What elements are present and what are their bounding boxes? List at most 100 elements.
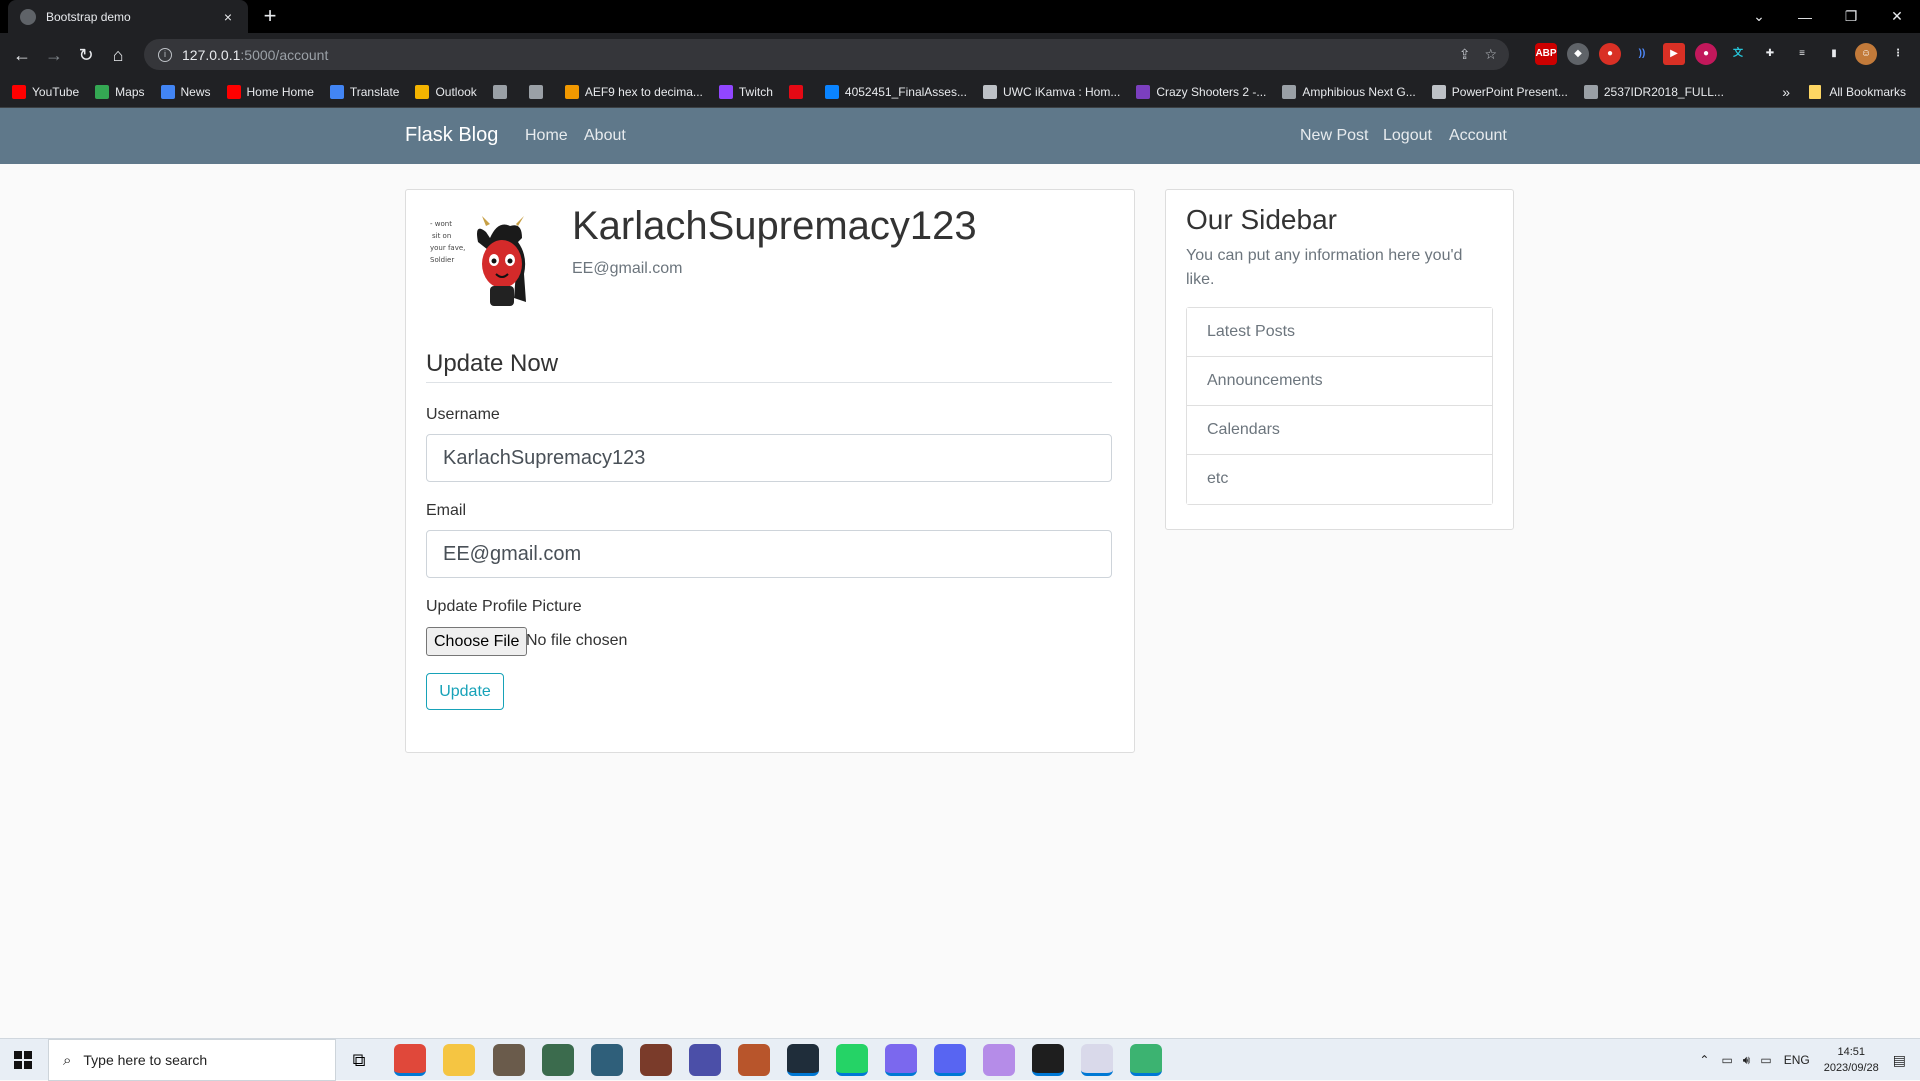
- game-app-icon[interactable]: [640, 1044, 672, 1076]
- all-bookmarks-button[interactable]: All Bookmarks: [1809, 76, 1906, 108]
- notifications-icon[interactable]: ▤: [1893, 1052, 1906, 1069]
- sidebar-item-announcements[interactable]: Announcements: [1187, 357, 1492, 406]
- minimize-icon[interactable]: —: [1782, 0, 1828, 33]
- sidebar-item-etc[interactable]: etc: [1187, 455, 1492, 504]
- paint-app-icon[interactable]: [1081, 1044, 1113, 1076]
- game-app-icon[interactable]: [542, 1044, 574, 1076]
- email-input[interactable]: EE@gmail.com: [426, 530, 1112, 578]
- volume-icon[interactable]: 🔊︎: [1743, 1053, 1751, 1068]
- vpn-app-icon[interactable]: [885, 1044, 917, 1076]
- terminal-app-icon[interactable]: [787, 1044, 819, 1076]
- reload-icon[interactable]: ↻: [72, 41, 100, 69]
- media-control-icon[interactable]: ≡: [1791, 43, 1813, 65]
- bookmark-item[interactable]: Home Home: [226, 84, 314, 99]
- address-bar[interactable]: i 127.0.0.1 :5000/account ⇪ ☆: [144, 39, 1509, 70]
- game-app-icon[interactable]: [689, 1044, 721, 1076]
- nav-link-account[interactable]: Account: [1449, 127, 1507, 145]
- bookmark-item[interactable]: UWC iKamva : Hom...: [982, 84, 1120, 99]
- choose-file-button[interactable]: Choose File: [426, 627, 528, 656]
- adblock-extension-icon[interactable]: ABP: [1535, 43, 1557, 65]
- window-close-icon[interactable]: ✕: [1874, 0, 1920, 33]
- site-info-icon[interactable]: i: [158, 47, 172, 62]
- avatar-pupil: [507, 258, 513, 264]
- tab-close-icon[interactable]: ×: [220, 9, 236, 25]
- sidebar-item-calendars[interactable]: Calendars: [1187, 406, 1492, 455]
- bookmark-item[interactable]: Crazy Shooters 2 -...: [1136, 84, 1266, 99]
- extension-video-icon[interactable]: ▶: [1663, 43, 1685, 65]
- extension-wave-icon[interactable]: )): [1631, 43, 1653, 65]
- bookmark-item[interactable]: Outlook: [415, 84, 477, 99]
- globe-icon: [528, 84, 543, 99]
- windows-start-icon[interactable]: [0, 1039, 46, 1081]
- network-icon[interactable]: ▭: [1721, 1053, 1732, 1067]
- r-icon: [564, 84, 579, 99]
- share-icon[interactable]: ⇪: [1459, 46, 1471, 63]
- extensions-puzzle-icon[interactable]: ✚: [1759, 43, 1781, 65]
- task-view-icon[interactable]: ⧉: [343, 1044, 375, 1076]
- nav-link-new-post[interactable]: New Post: [1300, 127, 1368, 145]
- bookmark-item[interactable]: 4052451_FinalAsses...: [824, 84, 967, 99]
- bookmark-label: Maps: [115, 84, 145, 99]
- username-input[interactable]: KarlachSupremacy123: [426, 434, 1112, 482]
- update-button[interactable]: Update: [426, 673, 504, 710]
- game-app-icon[interactable]: [738, 1044, 770, 1076]
- atom-app-icon[interactable]: [1130, 1044, 1162, 1076]
- game-controller-icon[interactable]: [983, 1044, 1015, 1076]
- taskbar-clock[interactable]: 14:51 2023/09/28: [1824, 1044, 1879, 1076]
- profile-email: EE@gmail.com: [572, 260, 683, 277]
- display-icon[interactable]: ▭: [1760, 1053, 1771, 1067]
- bookmark-item[interactable]: Translate: [329, 84, 400, 99]
- extension-translate-icon[interactable]: 文: [1727, 43, 1749, 65]
- language-indicator[interactable]: ENG: [1784, 1053, 1810, 1067]
- nav-link-logout[interactable]: Logout: [1383, 127, 1432, 145]
- side-panel-icon[interactable]: ▮: [1823, 43, 1845, 65]
- profile-username: KarlachSupremacy123: [572, 204, 977, 248]
- globe-icon: [20, 8, 36, 25]
- command-prompt-icon[interactable]: [1032, 1044, 1064, 1076]
- bookmark-item[interactable]: 2537IDR2018_FULL...: [1583, 84, 1724, 99]
- bookmark-item[interactable]: AEF9 hex to decima...: [564, 84, 703, 99]
- username-label: Username: [426, 406, 500, 423]
- bookmark-label: PowerPoint Present...: [1451, 84, 1568, 99]
- forward-icon[interactable]: →: [40, 41, 68, 69]
- whatsapp-icon[interactable]: [836, 1044, 868, 1076]
- bookmark-item[interactable]: Maps: [95, 84, 145, 99]
- back-icon[interactable]: ←: [8, 41, 36, 69]
- browser-tab-active[interactable]: Bootstrap demo ×: [8, 0, 248, 33]
- tab-search-icon[interactable]: ⌄: [1736, 0, 1782, 33]
- bookmark-item[interactable]: [788, 84, 809, 99]
- bookmark-item[interactable]: PowerPoint Present...: [1431, 84, 1568, 99]
- bookmark-item[interactable]: Amphibious Next G...: [1282, 84, 1416, 99]
- sidebar-item-latest-posts[interactable]: Latest Posts: [1187, 308, 1492, 357]
- sidebar-list: Latest Posts Announcements Calendars etc: [1186, 307, 1493, 505]
- new-tab-button[interactable]: +: [258, 4, 282, 28]
- bookmark-label: Translate: [349, 84, 400, 99]
- news-icon: [160, 84, 175, 99]
- extension-red-icon[interactable]: ●: [1599, 43, 1621, 65]
- bookmark-item[interactable]: [528, 84, 549, 99]
- bookmark-label: News: [180, 84, 211, 99]
- profile-avatar-icon[interactable]: ☺: [1855, 43, 1877, 65]
- discord-icon[interactable]: [934, 1044, 966, 1076]
- bookmark-item[interactable]: Twitch: [718, 84, 773, 99]
- game-app-icon[interactable]: [493, 1044, 525, 1076]
- bookmark-item[interactable]: YouTube: [12, 84, 79, 99]
- tray-chevron-icon[interactable]: ⌃: [1699, 1053, 1709, 1067]
- url-host: 127.0.0.1: [182, 46, 241, 63]
- extension-icon[interactable]: ◆: [1567, 43, 1589, 65]
- nav-link-about[interactable]: About: [584, 127, 626, 145]
- bookmark-item[interactable]: News: [160, 84, 211, 99]
- chrome-app-icon[interactable]: [394, 1044, 426, 1076]
- file-explorer-icon[interactable]: [443, 1044, 475, 1076]
- browser-menu-icon[interactable]: ⋮: [1887, 43, 1909, 65]
- taskbar-search-input[interactable]: ⌕ Type here to search: [48, 1039, 336, 1081]
- restore-icon[interactable]: ❐: [1828, 0, 1874, 33]
- game-app-icon[interactable]: [591, 1044, 623, 1076]
- home-icon[interactable]: ⌂: [104, 41, 132, 69]
- bookmark-item[interactable]: [492, 84, 513, 99]
- site-brand[interactable]: Flask Blog: [405, 124, 498, 147]
- nav-link-home[interactable]: Home: [525, 127, 568, 145]
- bookmarks-overflow-button[interactable]: »: [1782, 76, 1790, 108]
- extension-profile-icon[interactable]: ●: [1695, 43, 1717, 65]
- bookmark-star-icon[interactable]: ☆: [1484, 46, 1497, 63]
